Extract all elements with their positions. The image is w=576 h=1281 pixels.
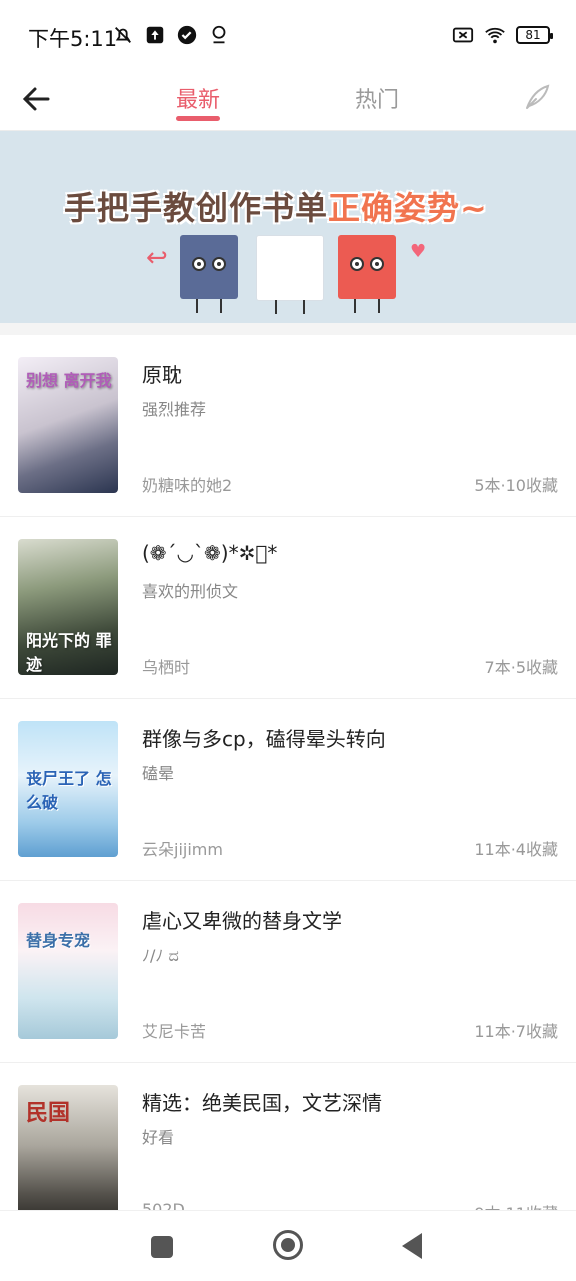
booklist-subtitle: 强烈推荐 bbox=[142, 400, 207, 419]
book-cover-image: 别想 离开我 bbox=[18, 357, 118, 493]
booklist-title: 原耽 bbox=[142, 363, 182, 387]
location-icon bbox=[212, 25, 226, 44]
book-cover-image: 替身专宠 bbox=[18, 903, 118, 1039]
mute-bell-icon bbox=[115, 27, 131, 43]
red-book-mascot bbox=[338, 235, 396, 313]
section-divider bbox=[0, 323, 576, 335]
no-sim-icon bbox=[452, 27, 474, 43]
mascot-leg bbox=[303, 300, 305, 314]
mascot-leg bbox=[378, 299, 380, 313]
booklist-stats: 11本·4收藏 bbox=[474, 840, 558, 859]
mascot-leg bbox=[354, 299, 356, 313]
promo-banner[interactable]: 手把手教创作书单正确姿势~ ↩ ♥ bbox=[0, 131, 576, 323]
feather-pen-icon[interactable] bbox=[522, 82, 552, 112]
booklist-item[interactable]: 别想 离开我 原耽 强烈推荐 奶糖味的她2 5本·10收藏 bbox=[0, 335, 576, 517]
mascot-leg bbox=[220, 299, 222, 313]
cover-caption: 阳光下的 罪迹 bbox=[26, 631, 112, 674]
booklist-title: 群像与多cp，磕得晕头转向 bbox=[142, 727, 386, 751]
banner-title-main: 手把手教创作书单 bbox=[64, 189, 329, 227]
booklist-item[interactable]: 替身专宠 虐心又卑微的替身文学 ﾉ/ﾉ ದ 艾尼卡苦 11本·7收藏 bbox=[0, 881, 576, 1063]
booklist-title: (❁´◡`❁)*✲ﾟ* bbox=[142, 541, 278, 565]
top-nav: 最新 热门 bbox=[0, 70, 576, 131]
status-icons-right: 81 bbox=[452, 24, 553, 46]
mascot-eye bbox=[212, 257, 226, 271]
booklist-item[interactable]: 阳光下的 罪迹 (❁´◡`❁)*✲ﾟ* 喜欢的刑侦文 乌栖时 7本·5收藏 bbox=[0, 517, 576, 699]
booklist-item[interactable]: 丧尸王了 怎么破 群像与多cp，磕得晕头转向 磕晕 云朵jijimm 11本·4… bbox=[0, 699, 576, 881]
cover-caption: 别想 离开我 bbox=[26, 371, 112, 390]
booklist-stats: 11本·7收藏 bbox=[474, 1022, 558, 1041]
cover-caption: 替身专宠 bbox=[26, 931, 91, 950]
status-bar: 下午5:11 81 bbox=[0, 0, 576, 70]
booklist-subtitle: 好看 bbox=[142, 1128, 175, 1147]
system-nav-bar bbox=[0, 1210, 576, 1281]
upload-icon bbox=[146, 26, 164, 44]
tab-latest[interactable]: 最新 bbox=[176, 82, 220, 114]
back-arrow-icon[interactable] bbox=[18, 80, 56, 118]
booklist-list: 别想 离开我 原耽 强烈推荐 奶糖味的她2 5本·10收藏 阳光下的 罪迹 (❁… bbox=[0, 335, 576, 1245]
white-book-mascot bbox=[256, 235, 324, 314]
mascot-eye bbox=[350, 257, 364, 271]
booklist-author: 奶糖味的她2 bbox=[142, 476, 233, 495]
book-cover-image: 民国 bbox=[18, 1085, 118, 1221]
check-badge-icon bbox=[177, 25, 197, 45]
banner-title-highlight: 正确姿势~ bbox=[328, 189, 488, 227]
heart-icon: ♥ bbox=[410, 241, 427, 262]
battery-level: 81 bbox=[525, 28, 541, 42]
status-time: 下午5:11 bbox=[28, 27, 118, 51]
back-triangle-icon[interactable] bbox=[402, 1233, 422, 1259]
wifi-icon bbox=[485, 27, 505, 44]
battery-icon: 81 bbox=[516, 26, 553, 44]
status-icons-left bbox=[112, 24, 230, 46]
booklist-stats: 7本·5收藏 bbox=[484, 658, 558, 677]
booklist-title: 虐心又卑微的替身文学 bbox=[142, 909, 342, 933]
booklist-author: 乌栖时 bbox=[142, 658, 191, 677]
tab-hot[interactable]: 热门 bbox=[355, 82, 399, 114]
mascot-eye bbox=[370, 257, 384, 271]
mascot-eye bbox=[192, 257, 206, 271]
banner-title: 手把手教创作书单正确姿势~ bbox=[64, 183, 488, 229]
active-tab-indicator bbox=[176, 116, 220, 121]
book-cover-image: 阳光下的 罪迹 bbox=[18, 539, 118, 675]
recent-apps-icon[interactable] bbox=[151, 1236, 173, 1258]
booklist-subtitle: 喜欢的刑侦文 bbox=[142, 582, 239, 601]
book-cover-image: 丧尸王了 怎么破 bbox=[18, 721, 118, 857]
mascot-leg bbox=[196, 299, 198, 313]
curl-arrow-icon: ↩ bbox=[146, 243, 168, 273]
booklist-title: 精选：绝美民国，文艺深情 bbox=[142, 1091, 382, 1115]
blue-book-mascot bbox=[180, 235, 238, 313]
booklist-author: 艾尼卡苦 bbox=[142, 1022, 207, 1041]
cover-caption: 民国 bbox=[26, 1101, 71, 1126]
mascot-leg bbox=[275, 300, 277, 314]
booklist-subtitle: ﾉ/ﾉ ದ bbox=[142, 946, 179, 965]
booklist-stats: 5本·10收藏 bbox=[474, 476, 558, 495]
booklist-subtitle: 磕晕 bbox=[142, 764, 175, 783]
cover-caption: 丧尸王了 怎么破 bbox=[26, 769, 112, 812]
home-icon[interactable] bbox=[273, 1230, 303, 1260]
booklist-author: 云朵jijimm bbox=[142, 840, 223, 859]
